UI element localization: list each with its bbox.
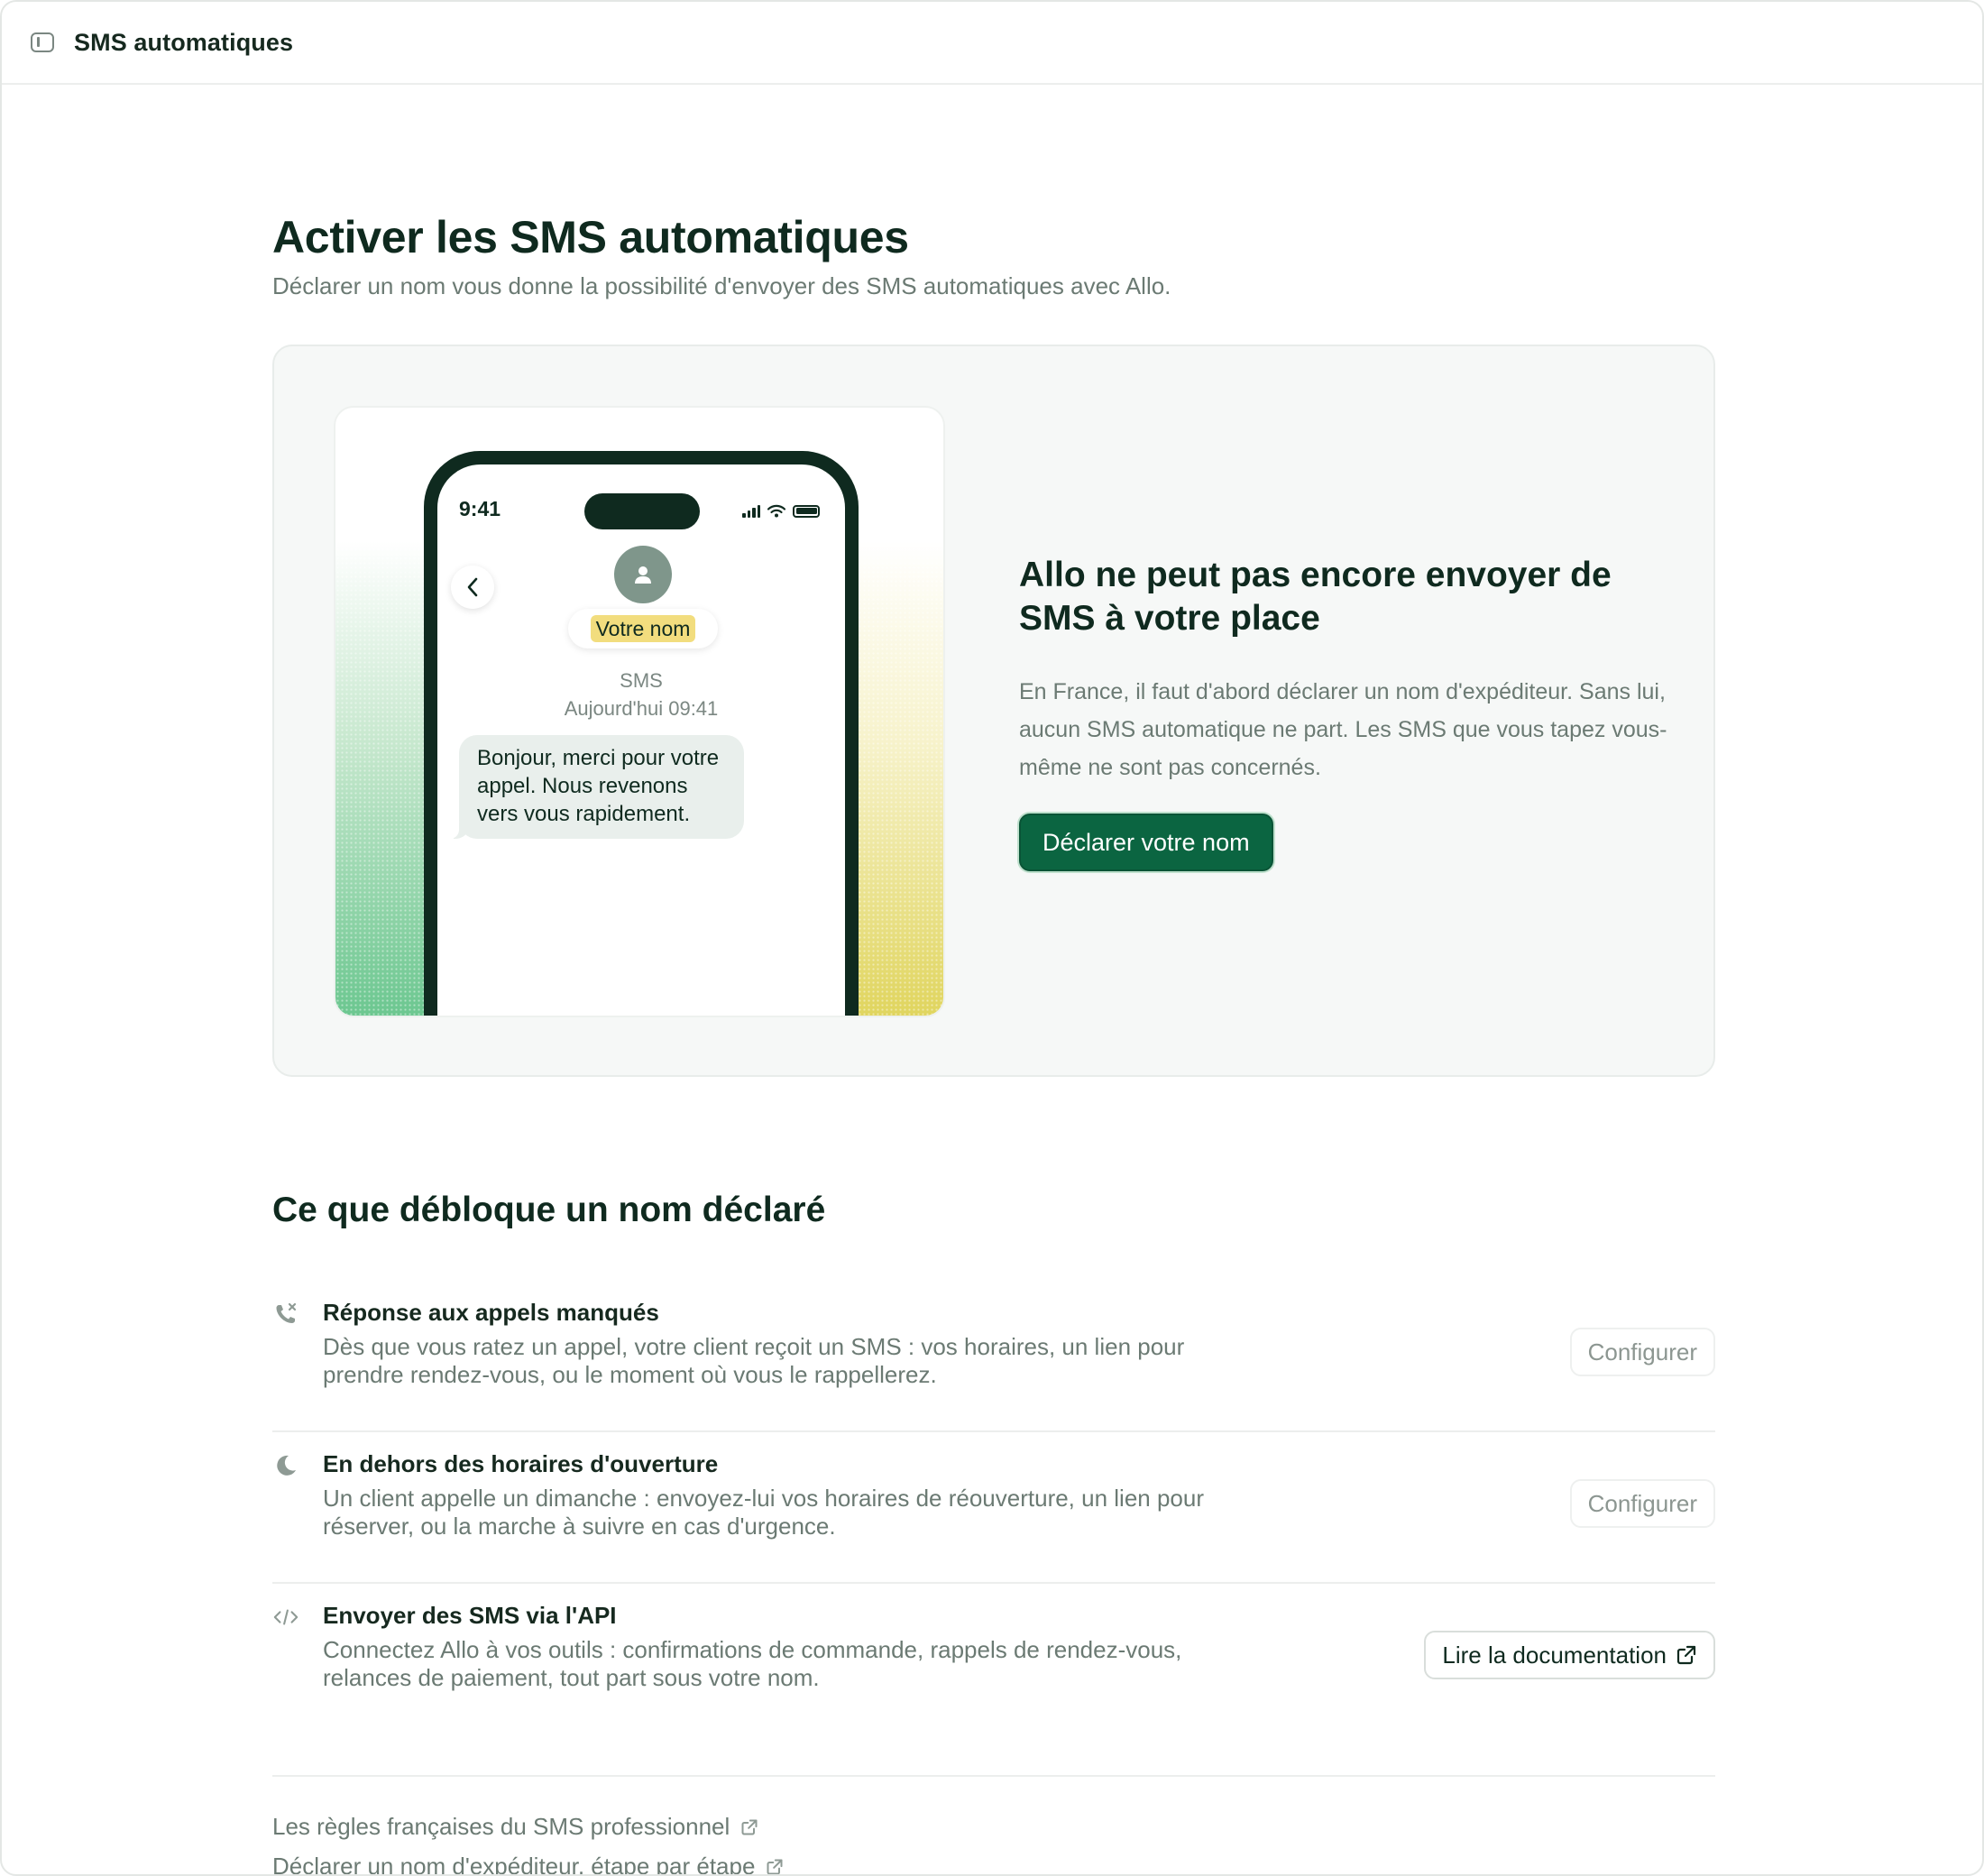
hero-title: Allo ne peut pas encore envoyer de SMS à… bbox=[1019, 556, 1612, 638]
configure-after-hours-button[interactable]: Configurer bbox=[1569, 1479, 1715, 1528]
unlocks-title: Ce que débloque un nom déclaré bbox=[272, 1191, 826, 1229]
sidebar-toggle-icon[interactable] bbox=[31, 32, 54, 52]
read-docs-label: Lire la documentation bbox=[1442, 1641, 1667, 1669]
page-title: Activer les SMS automatiques bbox=[272, 212, 909, 262]
contact-name: Votre nom bbox=[590, 615, 696, 642]
external-link-icon bbox=[741, 1819, 758, 1835]
feature-title: En dehors des horaires d'ouverture bbox=[323, 1450, 719, 1477]
read-docs-button[interactable]: Lire la documentation bbox=[1424, 1631, 1715, 1679]
top-bar: SMS automatiques bbox=[2, 2, 1982, 85]
hero-description: En France, il faut d'abord déclarer un n… bbox=[1019, 679, 1667, 780]
topbar-title: SMS automatiques bbox=[74, 28, 294, 56]
feature-title: Réponse aux appels manqués bbox=[323, 1299, 659, 1326]
feature-description: Un client appelle un dimanche : envoyez-… bbox=[323, 1485, 1205, 1540]
moon-icon bbox=[272, 1452, 299, 1479]
link-declare-steps[interactable]: Déclarer un nom d'expéditeur, étape par … bbox=[272, 1853, 784, 1876]
footer-divider bbox=[272, 1775, 1715, 1777]
dynamic-island bbox=[584, 493, 700, 529]
feature-missed-calls: Réponse aux appels manqués Dès que vous … bbox=[272, 1281, 1715, 1432]
code-icon bbox=[272, 1604, 299, 1631]
status-time: 9:41 bbox=[459, 497, 501, 520]
link-declare-steps-label: Déclarer un nom d'expéditeur, étape par … bbox=[272, 1853, 756, 1876]
contact-avatar-icon bbox=[614, 546, 672, 603]
feature-api: Envoyer des SMS via l'API Connectez Allo… bbox=[272, 1584, 1715, 1735]
signal-icon bbox=[742, 504, 760, 518]
app-window: SMS automatiques Activer les SMS automat… bbox=[0, 0, 1984, 1876]
missed-call-icon bbox=[272, 1301, 299, 1328]
message-bubble: Bonjour, merci pour votre appel. Nous re… bbox=[450, 735, 744, 839]
battery-icon bbox=[793, 504, 820, 518]
configure-missed-calls-button[interactable]: Configurer bbox=[1569, 1328, 1715, 1376]
wifi-icon bbox=[767, 504, 785, 518]
page-subtitle: Déclarer un nom vous donne la possibilit… bbox=[272, 272, 1171, 299]
sms-channel: SMS bbox=[620, 669, 663, 692]
link-sms-rules-label: Les règles françaises du SMS professionn… bbox=[272, 1813, 730, 1840]
sms-meta: SMS Aujourd'hui 09:41 bbox=[437, 667, 845, 722]
feature-after-hours: En dehors des horaires d'ouverture Un cl… bbox=[272, 1432, 1715, 1584]
external-link-icon bbox=[1676, 1645, 1696, 1665]
phone-illustration: 9:41 Votre nom SMS Aujourd'hui 09:41 Bon… bbox=[334, 406, 945, 1017]
sms-date: Aujourd'hui 09:41 bbox=[564, 697, 719, 720]
hero-card: 9:41 Votre nom SMS Aujourd'hui 09:41 Bon… bbox=[272, 345, 1715, 1077]
external-link-icon bbox=[767, 1859, 783, 1874]
feature-title: Envoyer des SMS via l'API bbox=[323, 1602, 617, 1629]
contact-name-pill: Votre nom bbox=[568, 609, 718, 648]
link-sms-rules[interactable]: Les règles françaises du SMS professionn… bbox=[272, 1813, 758, 1841]
declare-name-button[interactable]: Déclarer votre nom bbox=[1019, 814, 1273, 871]
phone-screen: 9:41 Votre nom SMS Aujourd'hui 09:41 Bon… bbox=[437, 464, 845, 1016]
feature-description: Dès que vous ratez un appel, votre clien… bbox=[323, 1333, 1185, 1388]
feature-description: Connectez Allo à vos outils : confirmati… bbox=[323, 1636, 1182, 1691]
back-chevron-icon bbox=[451, 566, 494, 609]
hero-text: Allo ne peut pas encore envoyer de SMS à… bbox=[1019, 554, 1668, 871]
status-icons bbox=[742, 504, 820, 518]
phone-mockup: 9:41 Votre nom SMS Aujourd'hui 09:41 Bon… bbox=[424, 451, 859, 1016]
